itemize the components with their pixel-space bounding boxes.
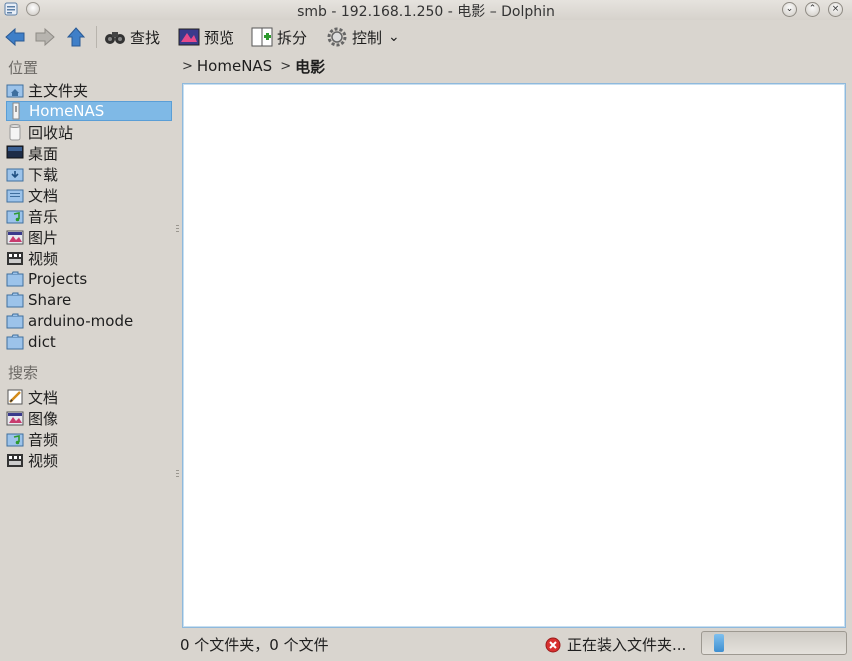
sidebar-search-item[interactable]: 音频 <box>6 429 172 449</box>
split-view-icon <box>251 27 273 47</box>
sidebar-place-item-label: 下载 <box>28 165 59 184</box>
sidebar-place-item-label: 主文件夹 <box>28 81 89 100</box>
panel-splitter-handle[interactable] <box>176 470 179 478</box>
chevron-down-icon: ⌄ <box>388 29 400 45</box>
places-header: 位置 <box>8 59 39 77</box>
control-button[interactable]: 控制 ⌄ <box>326 25 400 49</box>
stop-icon[interactable] <box>545 637 561 653</box>
split-button[interactable]: 拆分 <box>251 25 307 49</box>
sidebar-search-item-label: 图像 <box>28 409 59 428</box>
sidebar-search-item[interactable]: 文档 <box>6 387 172 407</box>
places-panel: 位置 主文件夹 HomeNAS 回收站 桌面 下载 文档 音乐 图片 视频 Projects Sha… <box>2 53 174 653</box>
up-button[interactable] <box>66 25 86 49</box>
downloads-folder-icon <box>6 168 24 182</box>
sidebar-place-item[interactable]: 主文件夹 <box>6 80 172 100</box>
chevron-right-icon: > <box>182 58 193 74</box>
sidebar-place-item-label: Share <box>28 291 72 309</box>
sidebar-place-item[interactable]: 回收站 <box>6 122 172 142</box>
network-drive-icon <box>12 102 20 120</box>
sidebar-place-item[interactable]: Projects <box>6 269 172 289</box>
sidebar-place-item[interactable]: 桌面 <box>6 143 172 163</box>
title-bar[interactable]: smb - 192.168.1.250 - 电影 – Dolphin ⌄ ⌃ × <box>0 0 852 20</box>
preview-label: 预览 <box>204 28 235 47</box>
minimize-button[interactable]: ⌄ <box>782 2 797 17</box>
sidebar-search-item-label: 视频 <box>28 451 59 470</box>
audio-search-icon <box>6 433 24 447</box>
find-button[interactable]: 查找 <box>104 25 160 49</box>
back-button[interactable] <box>4 25 26 49</box>
sidebar-place-item[interactable]: 下载 <box>6 164 172 184</box>
sidebar-place-item[interactable]: 图片 <box>6 227 172 247</box>
sidebar-place-item[interactable]: 视频 <box>6 248 172 268</box>
close-button[interactable]: × <box>828 2 843 17</box>
chevron-right-icon: > <box>280 58 292 74</box>
loading-label: 正在装入文件夹... <box>567 636 687 654</box>
preview-icon <box>178 28 200 46</box>
video-search-icon <box>7 454 23 467</box>
breadcrumb-item-parent[interactable]: HomeNAS <box>197 57 272 75</box>
panel-splitter-handle[interactable] <box>176 225 179 233</box>
sidebar-place-item[interactable]: 文档 <box>6 185 172 205</box>
up-arrow-icon <box>66 27 86 47</box>
pictures-folder-icon <box>6 230 24 245</box>
progress-fill <box>714 634 724 652</box>
folder-icon <box>6 271 24 287</box>
sidebar-search-item-label: 音频 <box>28 430 59 449</box>
sidebar-search-item[interactable]: 图像 <box>6 408 172 428</box>
breadcrumb-item-current[interactable]: 电影 <box>295 56 325 77</box>
sidebar-place-item-label: 图片 <box>28 228 59 247</box>
sidebar-place-item[interactable]: Share <box>6 290 172 310</box>
sidebar-place-item[interactable]: dict <box>6 332 172 352</box>
sidebar-place-item-label: 回收站 <box>28 123 74 142</box>
file-view[interactable] <box>182 83 846 628</box>
folder-icon <box>6 334 24 350</box>
folder-icon <box>6 292 24 308</box>
sidebar-place-item-label: 音乐 <box>28 207 59 226</box>
forward-arrow-icon <box>35 27 55 47</box>
window-title: smb - 192.168.1.250 - 电影 – Dolphin <box>297 4 555 20</box>
preview-button[interactable]: 预览 <box>178 25 234 49</box>
document-search-icon <box>7 389 23 405</box>
maximize-button[interactable]: ⌃ <box>805 2 820 17</box>
documents-folder-icon <box>6 189 24 203</box>
trash-icon <box>9 124 21 141</box>
sidebar-place-item[interactable]: arduino-mode <box>6 311 172 331</box>
loading-status: 正在装入文件夹... <box>545 634 686 655</box>
sidebar-place-item[interactable]: HomeNAS <box>6 101 172 121</box>
sidebar-search-item-label: 文档 <box>28 388 59 407</box>
sidebar-place-item-label: 文档 <box>28 186 59 205</box>
breadcrumb: > HomeNAS > 电影 <box>182 55 325 77</box>
sidebar-place-item[interactable]: 音乐 <box>6 206 172 226</box>
back-arrow-icon <box>5 27 25 47</box>
sidebar-place-item-label: Projects <box>28 270 88 288</box>
control-label: 控制 <box>352 28 383 47</box>
home-folder-icon <box>6 84 24 98</box>
status-summary: 0 个文件夹，0 个文件 <box>180 636 329 654</box>
gear-icon <box>327 27 347 47</box>
folder-icon <box>6 313 24 329</box>
split-label: 拆分 <box>277 28 308 47</box>
search-header: 搜索 <box>8 364 39 382</box>
sidebar-place-item-label: arduino-mode <box>28 312 134 330</box>
loading-progress-bar <box>701 631 847 655</box>
sidebar-search-item[interactable]: 视频 <box>6 450 172 470</box>
forward-button[interactable] <box>34 25 56 49</box>
desktop-icon <box>6 145 24 159</box>
sidebar-place-item-label: dict <box>28 333 56 351</box>
sidebar-place-item-label: HomeNAS <box>29 102 105 120</box>
sidebar-place-item-label: 视频 <box>28 249 59 268</box>
binoculars-icon <box>105 32 125 44</box>
main-toolbar: 查找 预览 拆分 控制 ⌄ <box>0 22 852 52</box>
music-folder-icon <box>6 210 24 224</box>
find-label: 查找 <box>130 28 161 47</box>
image-search-icon <box>6 411 24 426</box>
videos-folder-icon <box>7 252 23 265</box>
sidebar-place-item-label: 桌面 <box>28 144 59 163</box>
